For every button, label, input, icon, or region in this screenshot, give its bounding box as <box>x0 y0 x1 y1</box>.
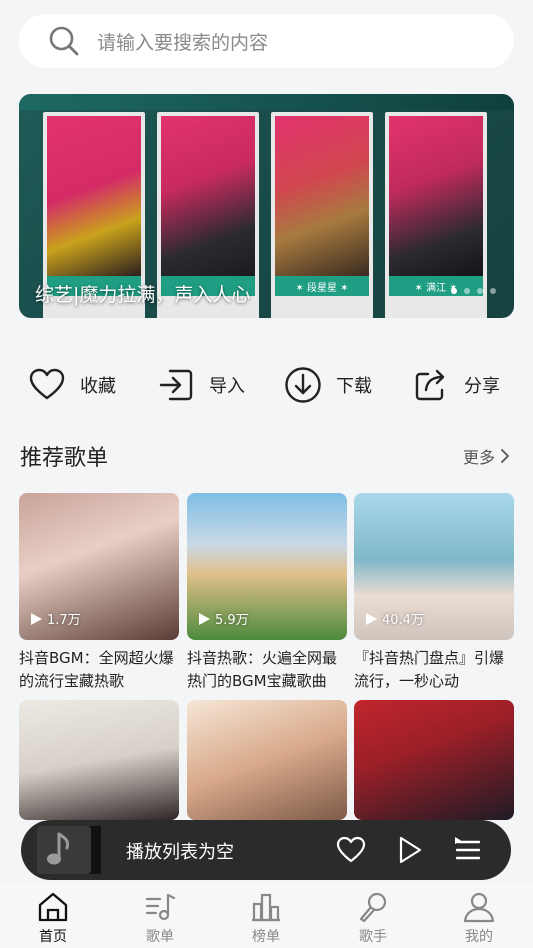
banner-caption: 综艺|魔力拉满，声入人心 <box>35 284 251 306</box>
card-name: ✶ 段星星 ✶ <box>275 276 369 296</box>
collect-label: 收藏 <box>80 376 116 397</box>
music-note-icon <box>37 826 101 874</box>
playlist-card[interactable] <box>19 700 179 820</box>
download-icon <box>285 367 321 403</box>
chart-icon <box>252 893 280 922</box>
queue-icon[interactable] <box>451 834 483 866</box>
playlist-cover <box>187 700 347 820</box>
search-bar[interactable]: 请输入要搜索的内容 <box>19 14 514 68</box>
playlist-cover: 40.4万 <box>354 493 514 640</box>
album-disc <box>37 826 101 874</box>
play-icon <box>199 612 210 625</box>
share-label: 分享 <box>464 376 500 397</box>
singer-photo <box>47 116 141 276</box>
mini-player[interactable]: 播放列表为空 <box>21 820 511 880</box>
tab-chart[interactable]: 榜单 <box>236 890 296 946</box>
playlist-title: 『抖音热门盘点』引爆流行，一秒心动 <box>354 649 505 690</box>
chevron-right-icon <box>501 449 509 463</box>
playlist-card[interactable]: 5.9万 抖音热歌：火遍全网最热门的BGM宝藏歌曲 <box>187 493 347 693</box>
section-title: 推荐歌单 <box>20 446 109 471</box>
playlist-cover: 1.7万 <box>19 493 179 640</box>
bottom-tab-bar: 首页 歌单 榜单 歌手 我的 <box>0 884 533 948</box>
playlist-icon <box>145 893 176 921</box>
import-icon <box>159 369 193 401</box>
playlist-cover <box>19 700 179 820</box>
banner-top-strip <box>19 94 514 110</box>
tab-singer[interactable]: 歌手 <box>343 890 403 946</box>
microphone-icon <box>359 892 387 923</box>
playlist-card[interactable] <box>354 700 514 820</box>
share-button[interactable]: 分享 <box>412 362 500 408</box>
playlist-title: 抖音热歌：火遍全网最热门的BGM宝藏歌曲 <box>187 649 338 690</box>
play-icon <box>31 612 42 625</box>
carousel-dots <box>451 288 496 294</box>
tab-label: 我的 <box>465 929 493 945</box>
play-count-text: 40.4万 <box>382 613 424 628</box>
carousel-dot[interactable] <box>477 288 483 294</box>
play-count-text: 5.9万 <box>215 613 249 628</box>
singer-photo <box>389 116 483 276</box>
import-button[interactable]: 导入 <box>157 362 245 408</box>
play-icon[interactable] <box>393 834 425 866</box>
banner-card: ✶ 段星星 ✶ <box>271 112 373 318</box>
playlist-cover <box>354 700 514 820</box>
user-icon <box>463 892 495 923</box>
heart-icon <box>29 368 65 400</box>
player-status: 播放列表为空 <box>126 842 234 863</box>
download-label: 下载 <box>336 376 372 397</box>
like-icon[interactable] <box>335 834 367 866</box>
tab-label: 榜单 <box>252 929 280 945</box>
play-count: 1.7万 <box>29 609 81 628</box>
carousel-dot[interactable] <box>464 288 470 294</box>
singer-photo <box>275 116 369 276</box>
tab-playlist[interactable]: 歌单 <box>130 890 190 946</box>
search-placeholder: 请输入要搜索的内容 <box>97 31 269 54</box>
download-button[interactable]: 下载 <box>284 362 372 408</box>
more-label: 更多 <box>462 448 495 467</box>
play-count-text: 1.7万 <box>47 613 81 628</box>
playlist-title: 抖音BGM：全网超火爆的流行宝藏热歌 <box>19 649 174 690</box>
banner-carousel[interactable]: ✶ 段星星 ✶ ✶ 满江 ✶ 综艺|魔力拉满，声入人心 <box>19 94 514 318</box>
home-icon <box>38 892 68 922</box>
play-count: 5.9万 <box>197 609 249 628</box>
playlist-card[interactable]: 1.7万 抖音BGM：全网超火爆的流行宝藏热歌 <box>19 493 179 693</box>
share-icon <box>415 369 445 401</box>
tab-label: 首页 <box>39 929 67 945</box>
carousel-dot[interactable] <box>451 288 457 294</box>
tab-label: 歌手 <box>359 929 387 945</box>
collect-button[interactable]: 收藏 <box>28 362 116 408</box>
search-icon <box>49 26 79 56</box>
import-label: 导入 <box>209 376 245 397</box>
playlist-cover: 5.9万 <box>187 493 347 640</box>
tab-home[interactable]: 首页 <box>23 890 83 946</box>
tab-label: 歌单 <box>146 929 174 945</box>
play-icon <box>366 612 377 625</box>
singer-photo <box>161 116 255 276</box>
playlist-card[interactable]: 40.4万 『抖音热门盘点』引爆流行，一秒心动 <box>354 493 514 693</box>
carousel-dot[interactable] <box>490 288 496 294</box>
quick-actions: 收藏 导入 下载 分享 <box>0 362 533 408</box>
tab-mine[interactable]: 我的 <box>449 890 509 946</box>
more-link[interactable]: 更多 <box>463 444 511 468</box>
playlist-card[interactable] <box>187 700 347 820</box>
play-count: 40.4万 <box>364 609 424 628</box>
